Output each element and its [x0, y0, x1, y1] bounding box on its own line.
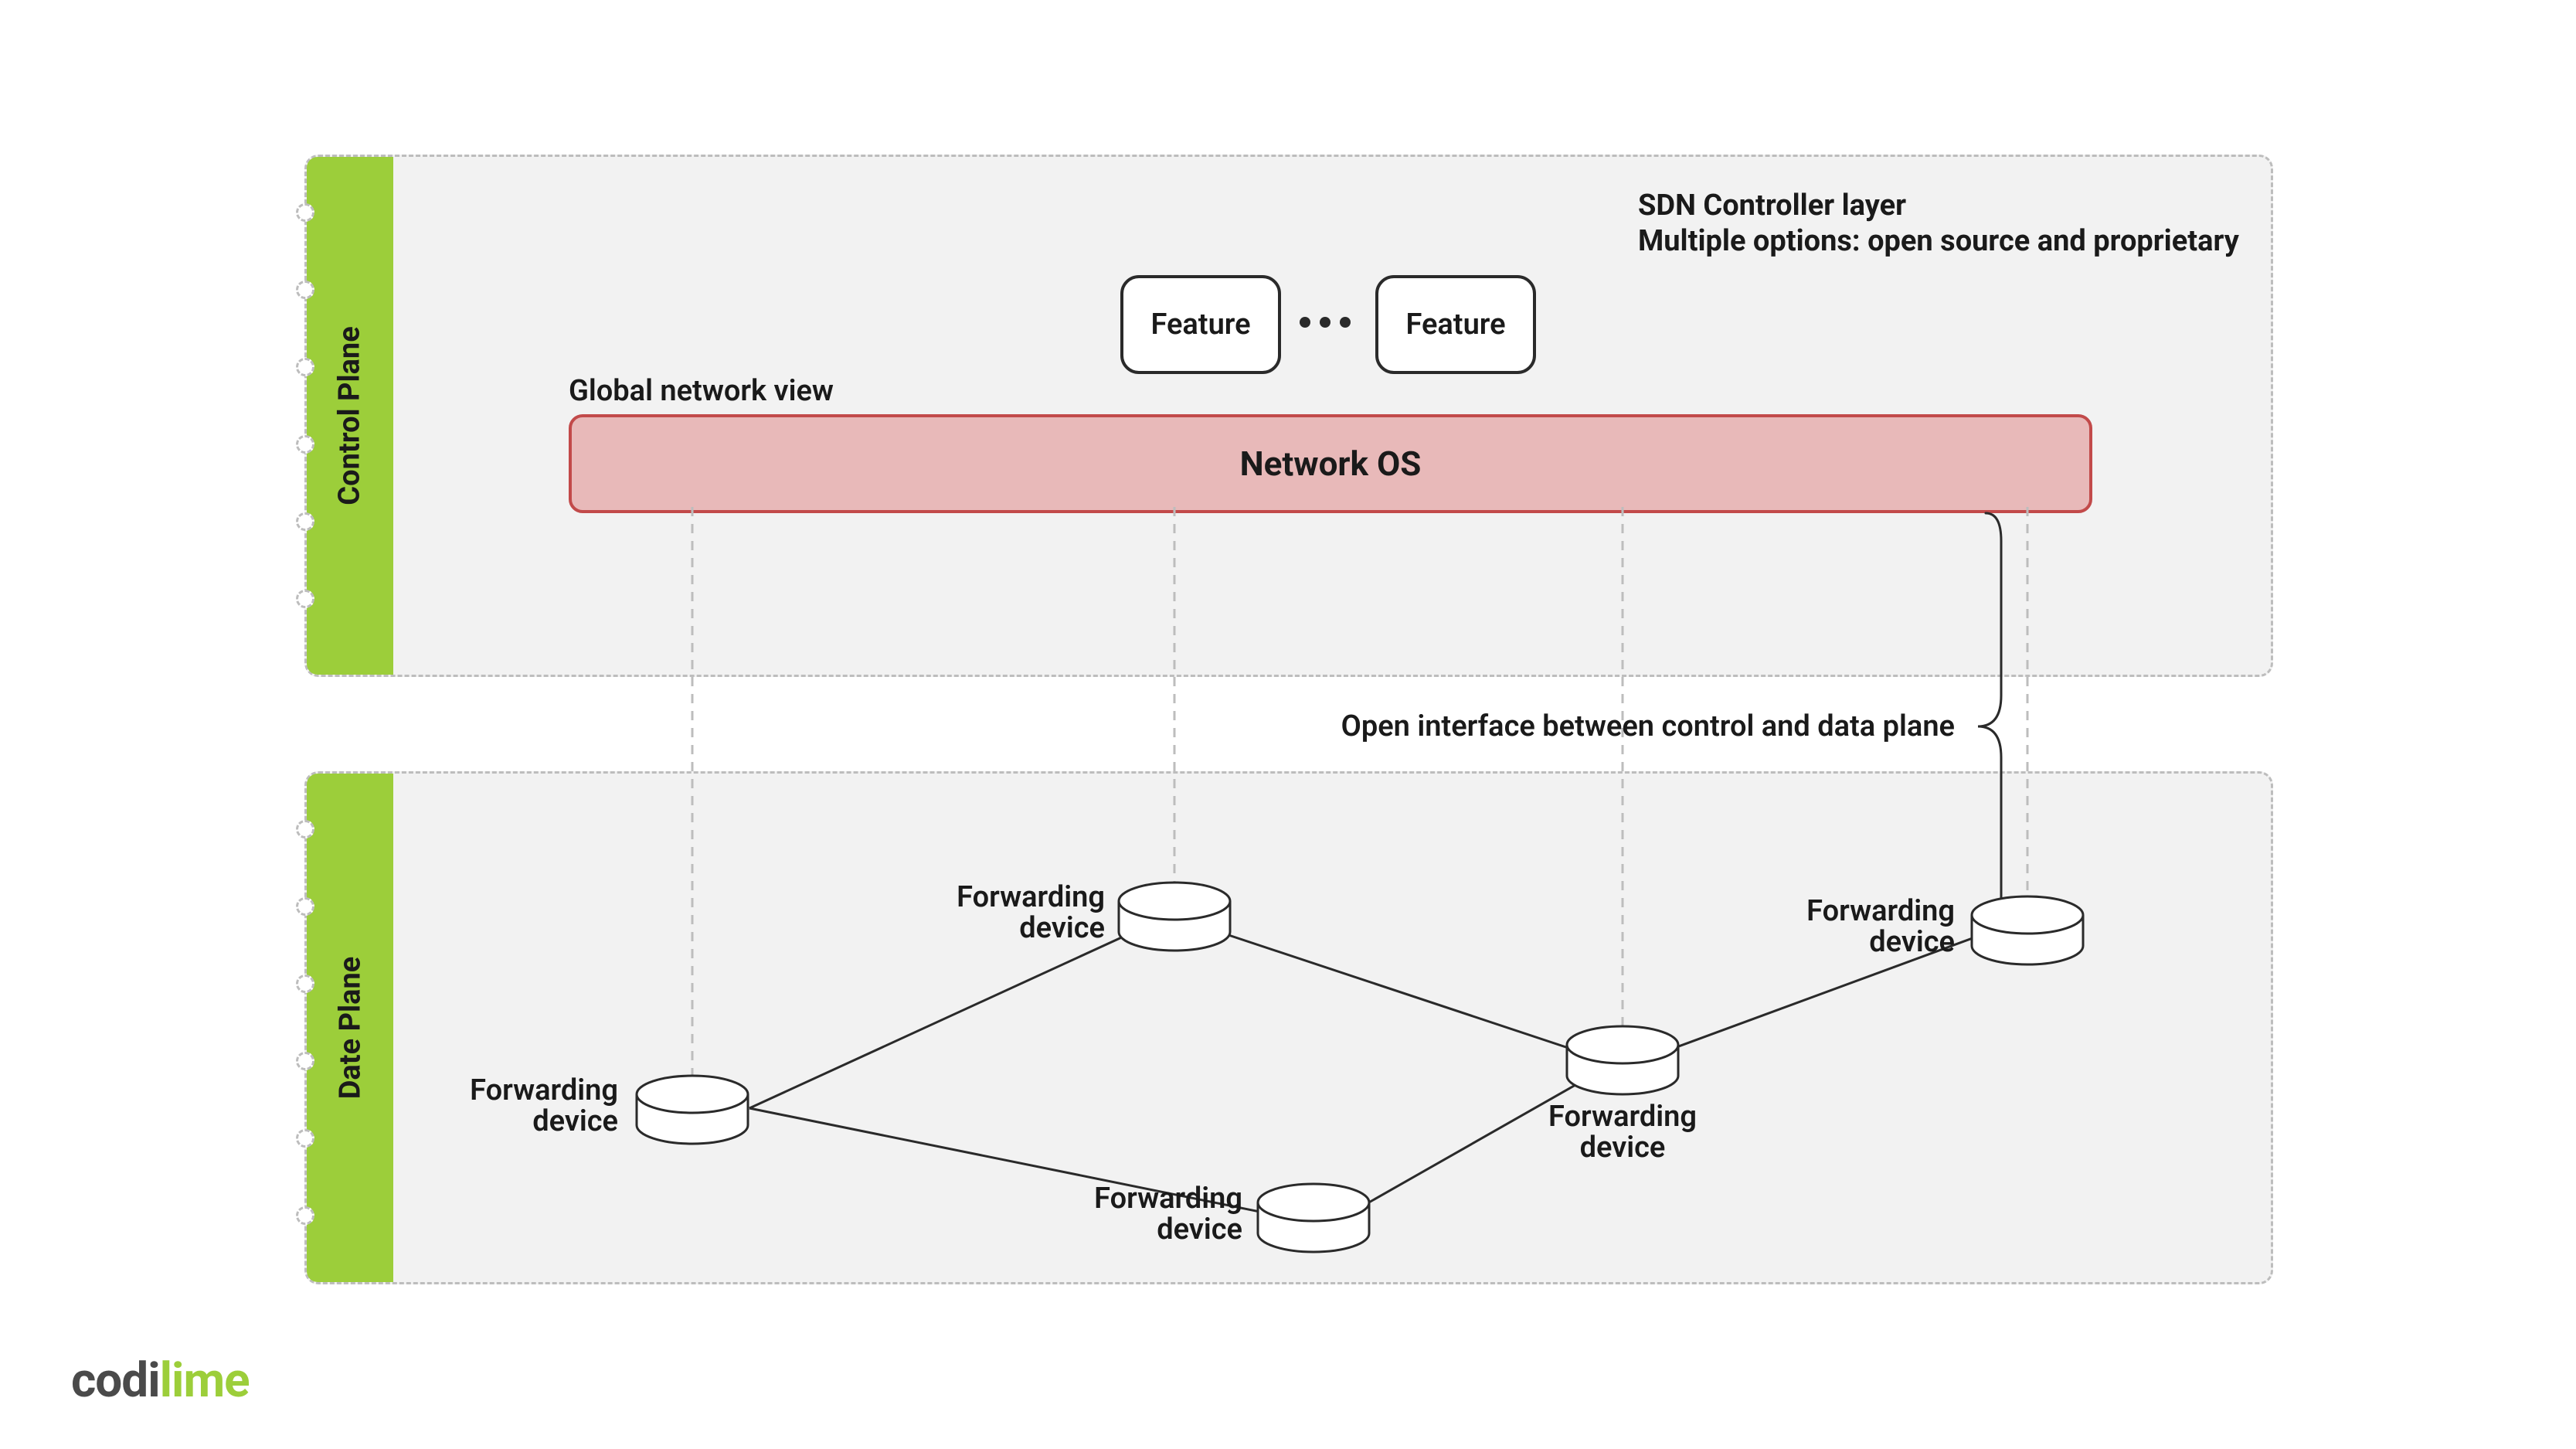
device-cylinder-4: [1567, 1026, 1678, 1094]
device-5-label: Forwarding device: [1769, 896, 1955, 958]
codilime-logo: codilime: [71, 1352, 250, 1409]
logo-part-2: lime: [160, 1352, 250, 1409]
device-cylinder-1: [637, 1076, 748, 1144]
device-cylinder-2: [1119, 883, 1230, 951]
device-4-label: Forwarding device: [1530, 1102, 1715, 1164]
device-cylinder-3: [1258, 1184, 1369, 1252]
device-1-label: Forwarding device: [433, 1076, 618, 1138]
device-2-label: Forwarding device: [919, 883, 1105, 944]
device-cylinder-5: [1972, 896, 2083, 964]
open-interface-label: Open interface between control and data …: [1236, 709, 1955, 743]
diagram-canvas: Control Plane SDN Controller layer Multi…: [0, 0, 2576, 1449]
device-3-label: Forwarding device: [1057, 1184, 1242, 1246]
logo-part-1: codi: [71, 1352, 160, 1409]
